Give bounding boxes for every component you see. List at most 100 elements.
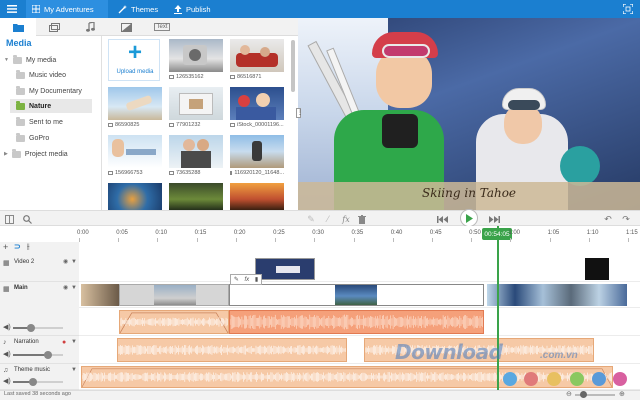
skip-back-icon[interactable]	[434, 211, 450, 227]
pen-icon[interactable]: ✎	[234, 276, 239, 283]
audio-clip[interactable]	[119, 310, 229, 334]
trash-icon[interactable]: ▮	[255, 276, 258, 283]
brush-icon[interactable]: ⁄	[322, 211, 334, 227]
media-thumbnail[interactable]: iStock_00001196...	[230, 87, 284, 129]
audio-clip[interactable]	[117, 338, 347, 362]
media-thumbnail[interactable]: 86590825	[108, 87, 162, 129]
ruler-tick	[79, 238, 80, 242]
record-icon[interactable]: ●	[62, 339, 66, 346]
tree-item-my-media[interactable]: ▼ My media	[4, 53, 100, 67]
redo-icon[interactable]: ↷	[620, 211, 632, 227]
tree-item-nature[interactable]: Nature	[10, 99, 92, 113]
track-header-theme-music: ♫ Theme music ▼ ◀)	[0, 364, 79, 390]
media-thumbnail[interactable]: 156966753	[108, 135, 162, 177]
visibility-icon[interactable]: ◉	[63, 258, 68, 265]
search-icon[interactable]	[20, 211, 34, 227]
ruler-tick	[392, 238, 394, 242]
ruler-tick-label: 0:20	[233, 230, 246, 236]
track-lane-video-2[interactable]	[79, 254, 640, 282]
slider-knob[interactable]	[29, 378, 37, 386]
tree-item-project-media[interactable]: ▶ Project media	[4, 147, 100, 161]
fx-icon[interactable]: fx	[245, 277, 250, 283]
playhead[interactable]	[497, 226, 499, 390]
play-icon	[466, 213, 473, 223]
media-thumbnail[interactable]: 73635288	[169, 135, 223, 177]
text-icon[interactable]: Text	[144, 18, 180, 36]
speaker-icon[interactable]: ◀)	[3, 350, 11, 358]
volume-slider-narration[interactable]	[13, 351, 63, 359]
tree-item-sent-to-me[interactable]: Sent to me	[16, 115, 100, 129]
fx-icon[interactable]: fx	[340, 211, 352, 227]
chevron-down-icon[interactable]: ▼	[71, 285, 77, 291]
undo-icon[interactable]: ↶	[602, 211, 614, 227]
tree-item-gopro[interactable]: GoPro	[16, 131, 100, 145]
tab-publish[interactable]: Publish	[168, 0, 217, 18]
upload-media-button[interactable]: + Upload media	[108, 39, 160, 81]
scissors-icon[interactable]	[2, 211, 16, 227]
tree-item-label: Nature	[29, 102, 52, 110]
video-clip[interactable]	[585, 258, 609, 280]
resize-handle[interactable]: ⋮	[296, 108, 303, 118]
media-thumbnail[interactable]: 116920120_11648...	[230, 135, 284, 177]
track-lane-main-audio[interactable]	[79, 308, 640, 336]
chevron-down-icon[interactable]: ▼	[71, 259, 77, 265]
folder-icon	[16, 116, 25, 126]
video-clip[interactable]	[229, 284, 484, 306]
video-clip[interactable]	[119, 284, 229, 306]
track-lane-main-video[interactable]	[79, 282, 640, 308]
tab-my-adventures[interactable]: My Adventures	[26, 0, 108, 18]
chevron-down-icon[interactable]: ▼	[71, 339, 77, 345]
ruler-tick-label: 0:30	[312, 230, 324, 236]
ruler-tick	[471, 238, 473, 242]
media-thumbnail[interactable]: 126535162	[169, 39, 223, 81]
folder-icon[interactable]	[0, 18, 36, 36]
tree-item-my-documentary[interactable]: My Documentary	[16, 84, 100, 98]
ruler-tick-label: 1:15	[626, 230, 638, 236]
media-icon[interactable]	[36, 18, 72, 36]
audio-clip[interactable]	[229, 310, 484, 334]
skip-forward-icon[interactable]	[486, 211, 502, 227]
zoom-in-icon[interactable]: ⊕	[619, 390, 625, 398]
menu-icon[interactable]	[0, 0, 24, 18]
video-clip[interactable]	[81, 284, 119, 306]
speaker-icon[interactable]: ◀)	[3, 377, 11, 385]
tree-item-label: GoPro	[29, 134, 50, 142]
media-scrollbar[interactable]	[291, 40, 295, 92]
ruler-tick	[196, 238, 198, 242]
play-button[interactable]	[460, 209, 478, 227]
zoom-knob[interactable]	[580, 391, 587, 398]
tree-item-label: Music video	[29, 71, 66, 79]
music-note-icon[interactable]	[72, 18, 108, 36]
thumbnail-caption: 73635288	[176, 169, 201, 176]
trash-icon[interactable]	[356, 211, 368, 227]
chevron-down-icon[interactable]: ▼	[71, 367, 77, 373]
tab-label: My Adventures	[44, 4, 94, 14]
upload-label: Upload media	[116, 69, 154, 75]
volume-slider-main[interactable]	[13, 324, 63, 332]
ruler-tick-label: 0:45	[429, 230, 442, 236]
volume-slider-theme-music[interactable]	[13, 378, 63, 386]
ruler-tick-label: 1:00	[508, 230, 521, 236]
timeline-toolbar: ✎ ⁄ fx ↶ ↷	[0, 210, 640, 226]
tab-themes[interactable]: Themes	[112, 0, 164, 18]
media-thumbnail[interactable]: 77901232	[169, 87, 223, 129]
pen-icon[interactable]: ✎	[305, 211, 317, 227]
media-thumbnail[interactable]: 86516871	[230, 39, 284, 81]
video-preview[interactable]: Skiing in Tahoe	[298, 18, 640, 210]
visibility-icon[interactable]: ◉	[63, 284, 68, 291]
add-track-icon[interactable]: +	[3, 242, 8, 252]
tree-item-music-video[interactable]: Music video	[16, 68, 100, 82]
speaker-icon[interactable]: ◀)	[3, 323, 11, 331]
split-icon[interactable]: ⫲	[27, 242, 30, 252]
status-bar	[0, 390, 640, 400]
fullscreen-icon[interactable]	[616, 0, 640, 18]
video-clip[interactable]	[255, 258, 315, 280]
folder-icon	[16, 100, 25, 110]
transition-icon[interactable]	[108, 18, 144, 36]
slider-knob[interactable]	[44, 351, 52, 359]
video-clip[interactable]	[487, 284, 627, 306]
folder-icon	[16, 132, 25, 142]
magnet-icon[interactable]: ⊃	[14, 242, 21, 251]
zoom-out-icon[interactable]: ⊖	[566, 390, 572, 398]
slider-knob[interactable]	[26, 324, 35, 332]
